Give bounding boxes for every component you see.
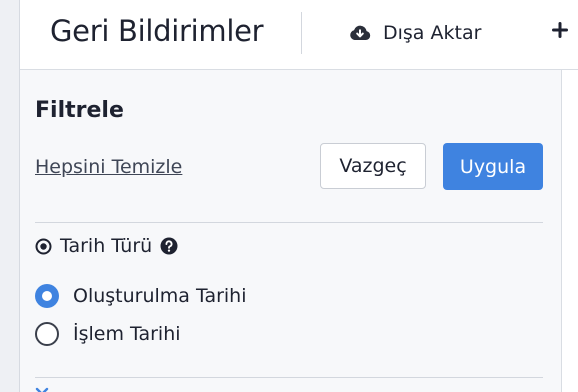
radio-unchecked-icon [35, 322, 59, 346]
radio-label: Oluşturulma Tarihi [73, 285, 247, 307]
clear-all-link[interactable]: Hepsini Temizle [35, 156, 182, 178]
page-title: Geri Bildirimler [50, 14, 264, 48]
filter-panel: Filtrele Hepsini Temizle Vazgeç Uygula T… [20, 70, 562, 392]
date-type-label: Tarih Türü [60, 235, 153, 257]
header-divider [301, 12, 302, 54]
cloud-download-icon [349, 24, 371, 42]
section-divider [35, 222, 543, 223]
right-edge-strip [562, 70, 578, 392]
left-rail [0, 0, 20, 392]
export-label: Dışa Aktar [383, 22, 482, 44]
page-header: Geri Bildirimler Dışa Aktar [20, 0, 578, 70]
filter-title: Filtrele [35, 98, 124, 123]
question-circle-icon[interactable] [160, 237, 178, 255]
radio-checked-icon [35, 284, 59, 308]
apply-button[interactable]: Uygula [443, 143, 543, 190]
radio-label: İşlem Tarihi [73, 323, 181, 345]
radio-option-transaction-date[interactable]: İşlem Tarihi [35, 321, 181, 347]
radio-dot-icon [35, 238, 52, 255]
add-button[interactable] [548, 18, 572, 46]
plus-icon [552, 22, 568, 42]
date-type-section-header: Tarih Türü [35, 234, 178, 258]
export-button[interactable]: Dışa Aktar [349, 19, 481, 47]
cancel-button[interactable]: Vazgeç [320, 143, 426, 189]
radio-option-created-date[interactable]: Oluşturulma Tarihi [35, 283, 247, 309]
section-divider [35, 377, 543, 378]
chevron-down-icon [35, 386, 49, 392]
